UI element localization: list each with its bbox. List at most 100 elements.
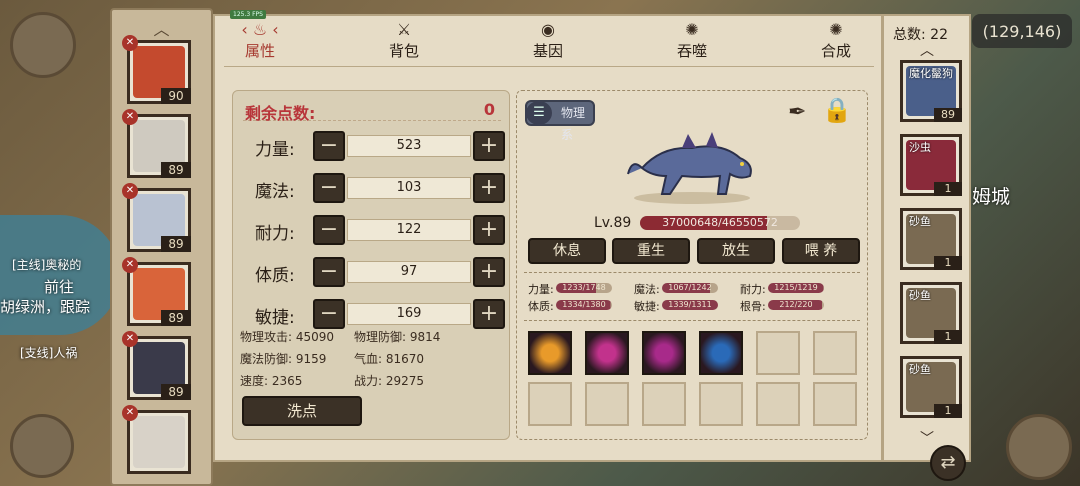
swirl-icon: ✺ [829,20,843,39]
plus-button[interactable]: + [473,299,505,329]
plus-button[interactable]: + [473,131,505,161]
pet-stat-bar: 1215/1219 [768,283,824,293]
release-button[interactable]: 放生 [697,238,775,264]
pet-level: 1 [934,182,962,196]
hero-card[interactable]: ✕ 89 [122,183,191,252]
pet-stat-bar: 1339/1311 [662,300,718,310]
pet-name: 砂鱼 [909,215,931,228]
game-screen: { "hud": { "coord": "(129,146)", "fps": … [0,0,1080,486]
hero-portrait [133,416,185,468]
rebirth-button[interactable]: 重生 [612,238,690,264]
pet-stat-bar: 1233/1748 [556,283,612,293]
chevron-up-icon[interactable]: ︿ [883,40,971,60]
stat-text: 速度: 2365 [240,374,303,388]
minus-button[interactable]: − [313,299,345,329]
attribute-row: 敏捷: −169 + [233,299,511,329]
home-button[interactable] [1006,414,1072,480]
plus-button[interactable]: + [473,257,505,287]
water-skill-icon[interactable] [699,331,743,375]
stat-text: 战力: 29275 [354,374,425,388]
close-icon[interactable]: ✕ [122,405,138,421]
chevron-down-icon[interactable]: ﹀ [883,428,971,448]
attribute-value: 169 [347,303,471,325]
tab-synthesis[interactable]: ✺ 合成 [801,20,871,61]
pet-card[interactable]: 砂鱼 1 [900,356,962,418]
pet-stat-label: 根骨: [740,300,766,313]
minus-button[interactable]: − [313,257,345,287]
quest-text[interactable]: [支线]人祸 [20,344,77,361]
empty-skill-slot [756,331,800,375]
hero-card[interactable]: ✕ 89 [122,331,191,400]
pet-stat-label: 耐力: [740,283,766,296]
stat-text: 魔法防御: 9159 [240,352,327,366]
empty-skill-slot [528,382,572,426]
attribute-name: 力量: [255,140,295,160]
hero-level: 89 [161,384,191,400]
tab-bar: ‹ ♨ ‹ 属性 ⚔ 背包 ◉ 基因 ✺ 吞噬 ✺ 合成 [213,20,883,64]
pet-name: 魔化鬣狗 [909,67,953,80]
pet-stat-value: 1215/1219 [774,283,818,292]
rename-quill-icon[interactable]: ✒ [788,100,806,125]
fps-badge: 125.3 FPS [230,10,266,19]
close-icon[interactable]: ✕ [122,109,138,125]
hero-level: 89 [161,236,191,252]
close-icon[interactable]: ✕ [122,183,138,199]
pet-hp-text: 37000648/46550572 [662,216,778,229]
tab-label: 属性 [244,42,275,60]
hero-card[interactable]: ✕ 90 [122,35,191,104]
tab-gene[interactable]: ◉ 基因 [513,20,583,61]
tab-bag[interactable]: ⚔ 背包 [369,20,439,61]
attribute-value: 122 [347,219,471,241]
hero-card[interactable]: ✕ 89 [122,257,191,326]
pet-name: 砂鱼 [909,289,931,302]
plus-button[interactable]: + [473,215,505,245]
minus-button[interactable]: − [313,215,345,245]
coordinate-readout: (129,146) [972,14,1072,48]
pet-card[interactable]: 魔化鬣狗 89 [900,60,962,122]
feed-button[interactable]: 喂 养 [782,238,860,264]
close-icon[interactable]: ✕ [122,331,138,347]
pet-card[interactable]: 沙虫 1 [900,134,962,196]
plus-button[interactable]: + [473,173,505,203]
reset-points-button[interactable]: 洗点 [242,396,362,426]
lightning-skill-icon[interactable] [585,331,629,375]
attribute-value: 103 [347,177,471,199]
switch-icon[interactable]: ⇄ [930,445,966,481]
hero-card[interactable]: ✕ [122,405,191,474]
attribute-row: 力量: −523 + [233,131,511,161]
minus-button[interactable]: − [313,173,345,203]
pet-card[interactable]: 砂鱼 1 [900,282,962,344]
attribute-name: 体质: [255,266,295,286]
pet-level: 1 [934,404,962,418]
empty-skill-slot [813,382,857,426]
tab-label: 背包 [388,42,419,60]
swirl-icon: ✺ [685,20,699,39]
minus-button[interactable]: − [313,131,345,161]
quest-text[interactable]: [主线]奥秘的 [12,256,81,273]
tab-devour[interactable]: ✺ 吞噬 [657,20,727,61]
remaining-points-row: 剩余点数: 0 [243,99,501,123]
quest-text[interactable]: 前往 [44,276,74,297]
hero-card[interactable]: ✕ 89 [122,109,191,178]
pet-stat-label: 魔法: [634,283,660,296]
rest-button[interactable]: 休息 [528,238,606,264]
tab-attributes[interactable]: ‹ ♨ ‹ 属性 [225,20,295,61]
attribute-value: 97 [347,261,471,283]
empty-skill-slot [813,331,857,375]
close-icon[interactable]: ✕ [122,35,138,51]
quest-text[interactable]: 胡绿洲，跟踪 [0,296,90,317]
attribute-name: 魔法: [255,182,295,202]
tab-label: 基因 [532,42,563,60]
claw-skill-icon[interactable] [642,331,686,375]
lock-icon[interactable]: 🔒 [822,96,852,124]
pet-stat-value: 1233/1748 [562,283,606,292]
close-icon[interactable]: ✕ [122,257,138,273]
list-icon[interactable]: ☰ [526,101,552,125]
skill-button[interactable] [10,414,74,478]
pet-stat-bar: 1334/1380 [556,300,612,310]
pet-card[interactable]: 砂鱼 1 [900,208,962,270]
sun-skill-icon[interactable] [528,331,572,375]
sea [0,215,120,335]
player-avatar[interactable] [10,12,76,78]
pet-stat-label: 敏捷: [634,300,660,313]
